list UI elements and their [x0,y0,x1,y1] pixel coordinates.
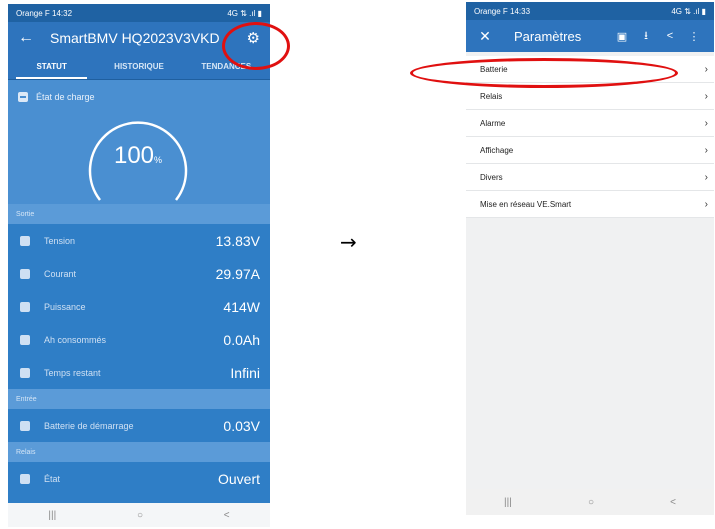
row-etat: État Ouvert [8,462,270,495]
state-of-charge-panel: État de charge 100% [8,80,270,204]
nav-back-button[interactable]: < [224,510,230,521]
row-value: 13.83V [215,232,260,249]
row-courant: Courant 29.97A [8,257,270,290]
row-ah-consommes: Ah consommés 0.0Ah [8,323,270,356]
battery-icon [18,92,28,102]
row-puissance: Puissance 414W [8,290,270,323]
sortie-rows: Tension 13.83V Courant 29.97A Puissance … [8,224,270,389]
highlight-gear-annotation [222,22,290,70]
status-icons: 4G ⇅ .ıl ▮ [671,6,706,16]
save-icon[interactable]: ▣ [610,30,634,43]
status-bar: Orange F 14:32 4G ⇅ .ıl ▮ [8,4,270,22]
row-label: Tension [44,235,76,246]
chevron-right-icon: › [704,198,708,210]
back-arrow-icon[interactable]: ← [18,29,40,47]
nav-back-button[interactable]: < [670,497,676,508]
chevron-right-icon: › [704,144,708,156]
recent-apps-button[interactable]: ||| [504,497,512,508]
menu-item-label: Mise en réseau VE.Smart [480,199,572,209]
section-header-entree: Entrée [8,389,270,409]
soc-value: 100% [78,142,198,170]
row-value: 0.0Ah [223,331,260,348]
starter-battery-icon [20,420,30,431]
phone-left-status-screen: Orange F 14:32 4G ⇅ .ıl ▮ ← SmartBMV HQ2… [8,4,270,527]
menu-item-label: Affichage [480,145,514,155]
menu-item-affichage[interactable]: Affichage › [466,137,714,164]
home-button[interactable]: ○ [137,510,143,521]
row-label: Temps restant [44,367,101,378]
status-icons: 4G ⇅ .ıl ▮ [227,8,262,18]
row-label: Courant [44,268,77,279]
share-icon[interactable]: < [658,30,682,42]
menu-item-label: Relais [480,91,503,101]
home-button[interactable]: ○ [588,497,594,508]
row-label: État [44,473,61,484]
menu-item-label: Divers [480,172,503,182]
device-title: SmartBMV HQ2023V3VKD [50,30,220,46]
menu-item-label: Alarme [480,118,506,128]
soc-unit: % [154,155,163,165]
menu-item-divers[interactable]: Divers › [466,164,714,191]
tab-historique[interactable]: HISTORIQUE [95,54,182,79]
row-value: 29.97A [215,265,260,282]
android-nav-bar: ||| ○ < [466,489,714,515]
carrier-time: Orange F 14:32 [16,8,73,18]
ah-icon [20,334,30,345]
row-tension: Tension 13.83V [8,224,270,257]
soc-label: État de charge [36,92,95,102]
puissance-icon [20,301,30,312]
more-options-icon[interactable]: ⋮ [682,30,706,43]
chevron-right-icon: › [704,63,708,75]
courant-icon [20,268,30,279]
row-value: 414W [223,298,260,315]
transition-arrow: → [340,230,357,254]
tension-icon [20,235,30,246]
row-batterie-demarrage: Batterie de démarrage 0.03V [8,409,270,442]
soc-number: 100 [113,142,155,169]
row-value: Ouvert [217,470,260,487]
chevron-right-icon: › [704,117,708,129]
clock-icon [20,367,30,378]
menu-item-mise-en-reseau[interactable]: Mise en réseau VE.Smart › [466,191,714,218]
chevron-right-icon: › [704,171,708,183]
relay-icon [20,473,30,484]
row-label: Batterie de démarrage [44,420,134,431]
relais-rows: État Ouvert [8,462,270,495]
close-icon[interactable]: ✕ [474,28,496,45]
row-value: Infini [230,364,260,381]
menu-item-alarme[interactable]: Alarme › [466,110,714,137]
row-value: 0.03V [223,417,260,434]
row-label: Ah consommés [44,334,107,345]
highlight-batterie-annotation [410,58,678,88]
recent-apps-button[interactable]: ||| [48,510,56,521]
status-bar: Orange F 14:33 4G ⇅ .ıl ▮ [466,2,714,20]
section-header-relais: Relais [8,442,270,462]
tab-statut[interactable]: STATUT [8,54,95,79]
row-label: Puissance [44,301,86,312]
settings-app-bar: ✕ Paramètres ▣ ⭳ < ⋮ [466,20,714,52]
download-icon[interactable]: ⭳ [634,27,658,46]
chevron-right-icon: › [704,90,708,102]
android-nav-bar: ||| ○ < [8,503,270,527]
settings-title: Paramètres [514,28,582,44]
entree-rows: Batterie de démarrage 0.03V [8,409,270,442]
carrier-time: Orange F 14:33 [474,6,531,16]
row-temps-restant: Temps restant Infini [8,356,270,389]
soc-heading: État de charge [18,92,95,102]
